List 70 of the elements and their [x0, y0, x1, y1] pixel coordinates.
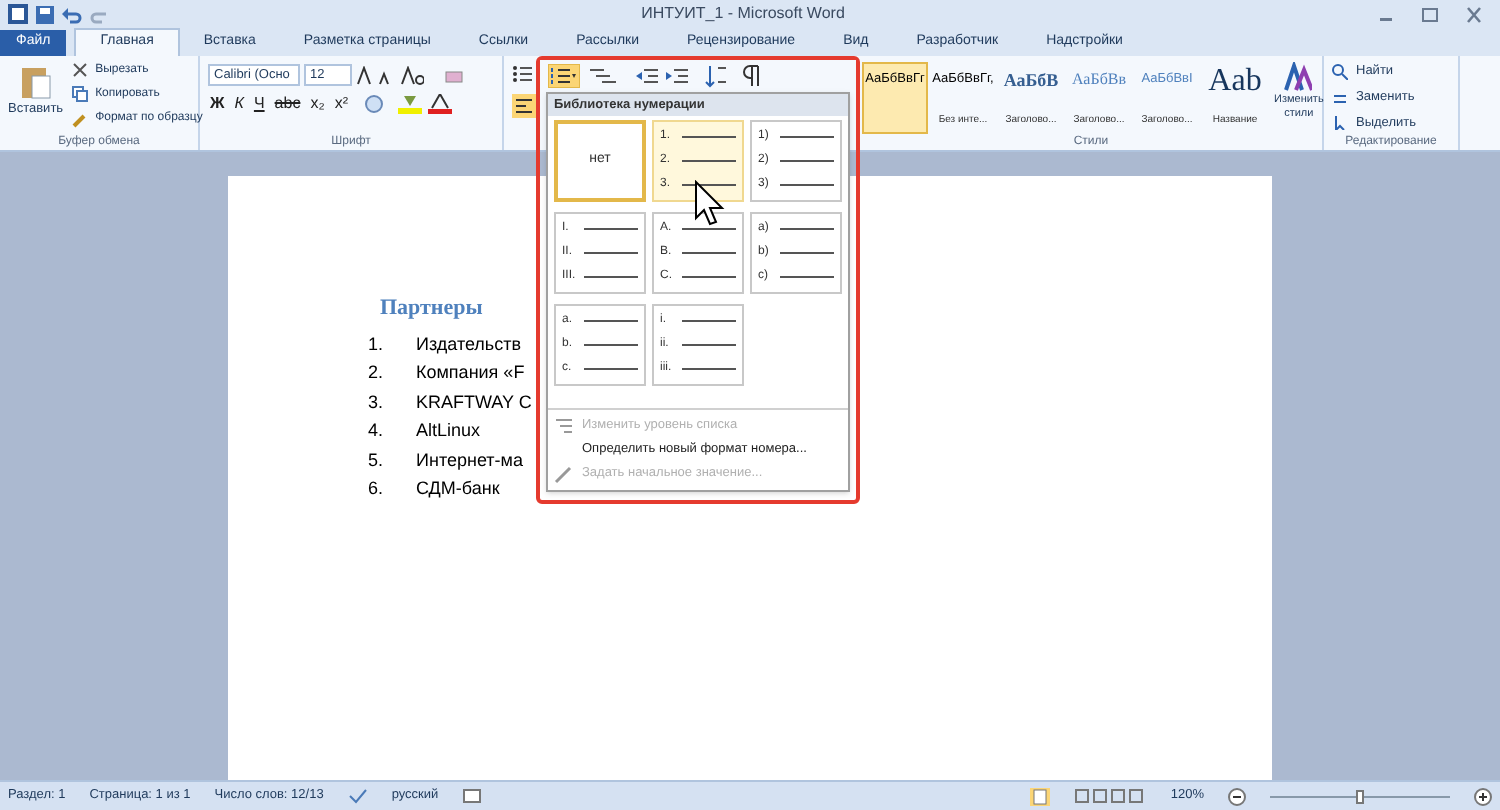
- placeholder-line: [780, 183, 834, 186]
- list-number: 5.: [368, 447, 386, 474]
- maximize-icon[interactable]: [1420, 5, 1440, 23]
- list-item-text: СДМ-банк: [416, 476, 500, 503]
- list-item-text: Компания «F: [416, 360, 525, 387]
- numbered-list-button[interactable]: [548, 64, 580, 88]
- proofing-icon[interactable]: [347, 788, 368, 804]
- list-item-text: Интернет-ма: [416, 447, 523, 474]
- format-button[interactable]: К: [232, 92, 246, 116]
- list-number: 1.: [368, 331, 386, 357]
- slider-thumb[interactable]: [1356, 789, 1364, 803]
- list-item-text: AltLinux: [416, 418, 481, 445]
- placeholder-line: [584, 228, 638, 231]
- list-number: 2.: [368, 360, 386, 387]
- save-icon[interactable]: [36, 5, 54, 23]
- multilevel-list-icon[interactable]: [586, 64, 622, 88]
- placeholder-line: [682, 183, 736, 186]
- mouse-pointer-icon[interactable]: [694, 180, 726, 228]
- placeholder-line: [780, 159, 834, 162]
- change-case-icon[interactable]: [400, 65, 424, 85]
- placeholder-line: [682, 251, 736, 254]
- format-button[interactable]: Ч: [251, 92, 267, 116]
- align-left-icon[interactable]: [512, 94, 536, 118]
- macro-icon[interactable]: [462, 788, 483, 804]
- decrease-indent-icon[interactable]: [636, 64, 660, 88]
- zoom-slider[interactable]: [1270, 787, 1450, 805]
- brush-icon[interactable]: [71, 111, 88, 128]
- pilcrow-icon[interactable]: [742, 64, 762, 88]
- copy-icon[interactable]: [71, 86, 88, 103]
- placeholder-line: [682, 275, 736, 278]
- zoom-in-icon[interactable]: [1474, 787, 1492, 805]
- document-heading: Партнеры: [380, 294, 483, 324]
- placeholder-line: [682, 320, 736, 323]
- list-item-text: Издательств: [416, 331, 522, 358]
- app-icon[interactable]: [8, 4, 28, 24]
- format-button[interactable]: x²: [332, 92, 350, 116]
- list-number: 3.: [368, 389, 386, 416]
- placeholder-line: [682, 159, 736, 162]
- sort-icon[interactable]: [704, 64, 728, 88]
- list-number: 4.: [368, 418, 386, 445]
- format-button[interactable]: abc: [272, 92, 303, 116]
- placeholder-line: [584, 367, 638, 370]
- placeholder-line: [682, 343, 736, 346]
- placeholder-line: [584, 320, 638, 323]
- format-button[interactable]: Ж: [208, 92, 227, 116]
- placeholder-line: [682, 228, 736, 231]
- list-number: 6.: [368, 476, 386, 503]
- close-icon[interactable]: [1464, 5, 1484, 23]
- styles-aa-icon[interactable]: [1284, 62, 1313, 94]
- format-button[interactable]: x₂: [308, 92, 327, 116]
- placeholder-line: [780, 136, 834, 139]
- placeholder-line: [584, 343, 638, 346]
- placeholder-line: [584, 251, 638, 254]
- placeholder-line: [780, 275, 834, 278]
- window-title: ИНТУИТ_1 - Microsoft Word: [639, 2, 847, 26]
- undo-icon[interactable]: [62, 5, 82, 23]
- placeholder-line: [780, 228, 834, 231]
- find-icon[interactable]: [1332, 63, 1348, 80]
- bullet-list-icon[interactable]: [512, 64, 532, 84]
- placeholder-line: [682, 367, 736, 370]
- font-color-icon[interactable]: [427, 94, 452, 114]
- placeholder-line: [780, 251, 834, 254]
- list-item-text: KRAFTWAY C: [416, 389, 532, 416]
- zoom-out-icon[interactable]: [1228, 787, 1246, 805]
- replace-icon[interactable]: [1332, 89, 1348, 106]
- placeholder-line: [584, 275, 638, 278]
- placeholder-line: [682, 136, 736, 139]
- clipboard-icon[interactable]: [19, 64, 52, 100]
- scissors-icon[interactable]: [71, 62, 88, 79]
- increase-indent-icon[interactable]: [666, 64, 690, 88]
